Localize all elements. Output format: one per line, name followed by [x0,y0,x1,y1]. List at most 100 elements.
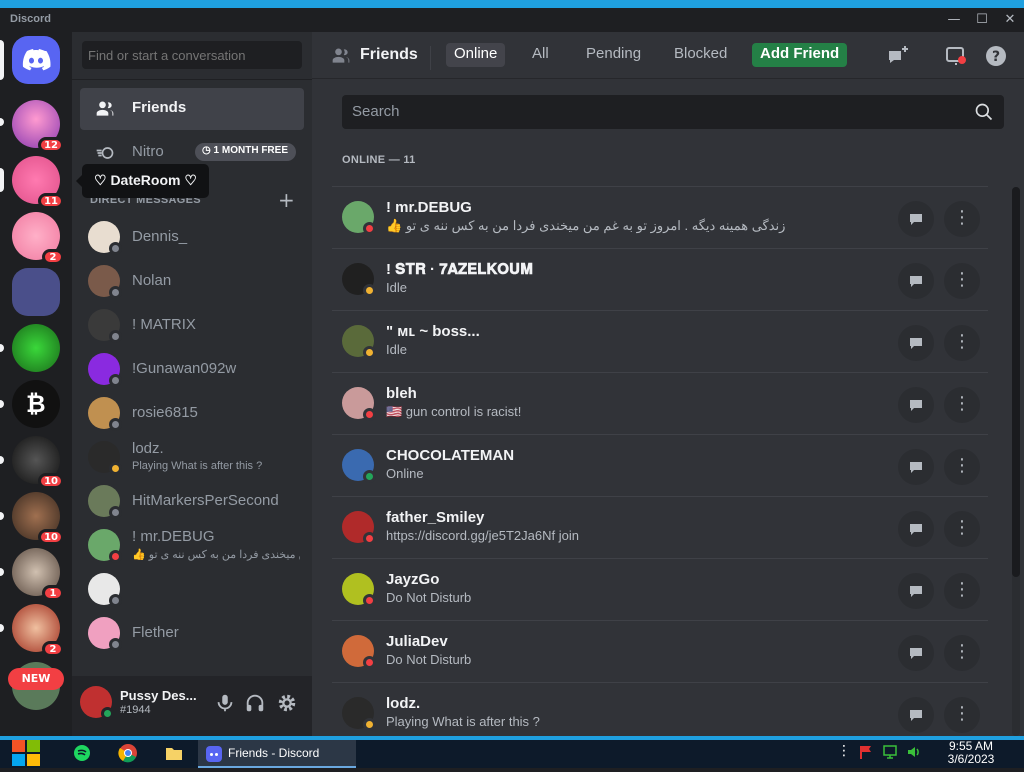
scrollbar[interactable] [1012,187,1020,736]
dm-item[interactable]: !Gunawan092w [80,348,304,390]
more-options-icon[interactable]: ⋮ [944,511,980,547]
dm-item[interactable]: Dennis_ [80,216,304,258]
svg-text:?: ? [992,49,1000,65]
server-icon-dateroom[interactable]: 11 [12,156,64,209]
chrome-icon[interactable] [114,740,142,766]
taskbar-discord-task[interactable]: Friends - Discord [198,740,356,768]
friend-row[interactable]: JuliaDev Do Not Disturb ⋮ [332,620,988,682]
dm-item[interactable]: Flether [80,612,304,654]
friend-row[interactable]: lodz. Playing What is after this ? ⋮ [332,682,988,736]
friend-row[interactable]: " ᴍʟ ~ boss... Idle ⋮ [332,310,988,372]
window-title: Discord [10,13,51,25]
message-icon[interactable] [898,387,934,423]
tab-pending[interactable]: Pending [578,43,649,67]
spotify-icon[interactable] [68,740,96,766]
create-dm-plus-icon[interactable]: + [278,188,295,212]
more-options-icon[interactable]: ⋮ [944,387,980,423]
status-indicator [109,418,122,431]
friend-row[interactable]: ! mr.DEBUG 👍 زندگی همینه دیگه . امروز تو … [332,186,988,248]
more-options-icon[interactable]: ⋮ [944,263,980,299]
more-options-icon[interactable]: ⋮ [944,697,980,733]
dm-name: lodz. [132,440,164,457]
friends-main: Friends Online All Pending Blocked Add F… [312,32,1024,736]
find-conversation-input[interactable] [82,41,302,69]
friends-icon [96,101,114,116]
status-indicator [109,594,122,607]
dm-name: rosie6815 [132,404,198,421]
server-icon[interactable] [12,324,60,372]
headphones-icon[interactable] [244,692,266,714]
message-icon[interactable] [898,325,934,361]
friends-search-input[interactable]: Search [342,95,1004,129]
friend-row[interactable]: JayzGo Do Not Disturb ⋮ [332,558,988,620]
friend-status-text: Do Not Disturb [386,652,472,667]
server-icon[interactable]: 10 [12,436,64,489]
tray-overflow-icon[interactable]: ⋮ [836,744,852,760]
dm-item[interactable]: HitMarkersPerSecond [80,480,304,522]
friend-name: " ᴍʟ ~ boss... [386,323,480,340]
red-flag-icon[interactable] [858,744,874,760]
windows-start-icon[interactable] [10,738,42,768]
new-group-dm-icon[interactable] [886,44,910,68]
status-indicator [109,550,122,563]
friend-name: bleh [386,385,417,402]
more-options-icon[interactable]: ⋮ [944,201,980,237]
new-unreads-badge[interactable]: NEW [8,668,64,690]
network-icon[interactable] [882,744,898,760]
more-options-icon[interactable]: ⋮ [944,449,980,485]
dm-item[interactable]: rosie6815 [80,392,304,434]
microphone-icon[interactable] [214,692,236,714]
message-icon[interactable] [898,449,934,485]
tab-blocked[interactable]: Blocked [666,43,735,67]
more-options-icon[interactable]: ⋮ [944,573,980,609]
selected-pill [0,40,4,80]
dm-item[interactable]: ! mr.DEBUG 👍 زندگی همینه دیگه . امروز تو… [80,524,304,566]
server-icon[interactable]: 12 [12,100,64,153]
friend-row[interactable]: father_Smiley https://discord.gg/je5T2Ja6… [332,496,988,558]
tab-all[interactable]: All [524,43,557,67]
close-icon[interactable]: ✕ [1000,11,1020,29]
inbox-icon[interactable] [944,44,968,68]
more-options-icon[interactable]: ⋮ [944,635,980,671]
dm-item[interactable]: Nolan [80,260,304,302]
dm-name: Dennis_ [132,228,188,245]
server-icon[interactable]: 2 [12,604,64,657]
friend-row[interactable]: ! 𝐒𝐓𝐑 · 𝟕𝐀𝐙𝐄𝐋𝐊𝐎𝐔𝐌 Idle ⋮ [332,248,988,310]
server-icon[interactable]: 1 [12,548,64,601]
friend-name: JuliaDev [386,633,448,650]
friend-row[interactable]: bleh 🇺🇸 gun control is racist! ⋮ [332,372,988,434]
file-explorer-icon[interactable] [160,740,188,766]
friends-nav-item[interactable]: Friends [80,88,304,130]
dm-item[interactable]: ! MATRIX [80,304,304,346]
dm-item[interactable]: lodz. Playing What is after this ? [80,436,304,478]
status-indicator [363,222,376,235]
home-button[interactable] [12,36,60,84]
more-options-icon[interactable]: ⋮ [944,325,980,361]
friend-row[interactable]: CHOCOLATEMAN Online ⋮ [332,434,988,496]
taskbar-clock[interactable]: 9:55 AM 3/6/2023 [936,740,1006,766]
server-icon[interactable]: 2 [12,212,64,265]
friend-name: ! 𝐒𝐓𝐑 · 𝟕𝐀𝐙𝐄𝐋𝐊𝐎𝐔𝐌 [386,261,534,278]
message-icon[interactable] [898,697,934,733]
server-icon[interactable] [12,268,60,316]
message-icon[interactable] [898,511,934,547]
discord-app: Discord — ☐ ✕ 12 11 2 ₿ 10 10 1 2 NEW Fi… [0,0,1024,768]
add-friend-button[interactable]: Add Friend [752,43,848,67]
maximize-icon[interactable]: ☐ [972,11,992,29]
help-icon[interactable]: ? [984,44,1008,68]
mention-badge: 2 [42,641,64,657]
volume-icon[interactable] [906,744,922,760]
dm-name: HitMarkersPerSecond [132,492,279,509]
message-icon[interactable] [898,263,934,299]
dm-item[interactable] [80,568,304,610]
settings-gear-icon[interactable] [276,692,298,714]
nitro-promo-text: 1 MONTH FREE [213,145,288,156]
message-icon[interactable] [898,635,934,671]
message-icon[interactable] [898,201,934,237]
server-icon[interactable]: 10 [12,492,64,545]
bitcoin-server-icon[interactable]: ₿ [12,380,60,428]
minimize-icon[interactable]: — [944,11,964,29]
message-icon[interactable] [898,573,934,609]
scrollbar-thumb[interactable] [1012,187,1020,577]
tab-online[interactable]: Online [446,43,506,67]
